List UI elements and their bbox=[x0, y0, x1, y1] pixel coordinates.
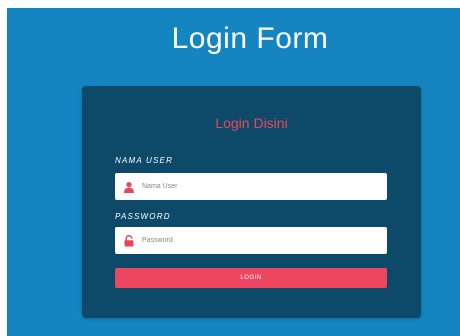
password-input[interactable] bbox=[142, 237, 372, 244]
page-title: Login Form bbox=[171, 22, 329, 55]
login-button[interactable]: LOGIN bbox=[115, 268, 387, 288]
username-field[interactable] bbox=[115, 173, 387, 200]
password-field[interactable] bbox=[115, 227, 387, 254]
lock-icon bbox=[122, 234, 136, 248]
user-icon bbox=[122, 180, 136, 194]
username-input[interactable] bbox=[142, 183, 372, 190]
login-card: Login Disini NAMA USER PASSWORD LOGIN bbox=[82, 86, 421, 318]
username-label: NAMA USER bbox=[115, 156, 174, 165]
password-label: PASSWORD bbox=[115, 212, 171, 221]
card-title: Login Disini bbox=[215, 115, 288, 131]
